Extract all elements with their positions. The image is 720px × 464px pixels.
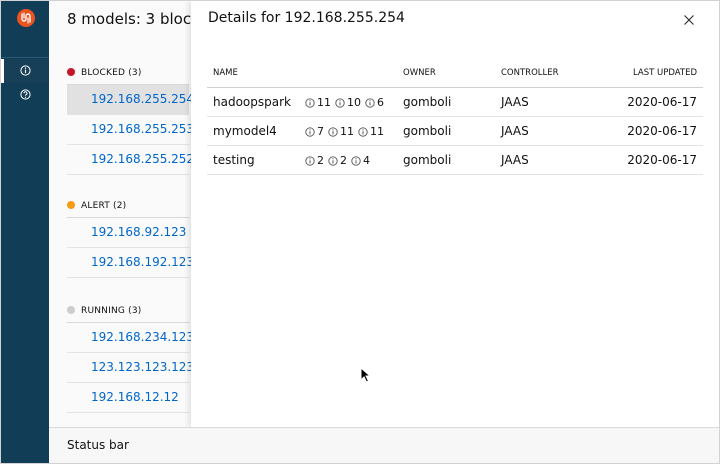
table-row[interactable]: hadoopspark 11 10 6 gomboli JAAS 2020-06-1… (207, 87, 703, 117)
status-counts: 11 10 6 (305, 87, 403, 117)
close-button[interactable] (681, 12, 697, 28)
help-icon (20, 89, 31, 100)
info-icon (305, 98, 315, 108)
group-header: BLOCKED (3) (67, 62, 189, 85)
group-alert: ALERT (2) 192.168.92.123 192.168.192.123 (67, 195, 194, 278)
status-count: 11 (305, 96, 331, 109)
last-updated-cell: 2020-06-17 (601, 145, 703, 175)
table-row[interactable]: mymodel4 7 11 11 gomboli JAAS 2020-06-17 (207, 116, 703, 146)
model-name-link[interactable]: hadoopspark (207, 87, 305, 117)
model-name-link[interactable]: mymodel4 (207, 116, 305, 146)
info-icon (335, 98, 345, 108)
status-counts: 7 11 11 (305, 116, 403, 146)
last-updated-cell: 2020-06-17 (601, 116, 703, 146)
info-icon (365, 98, 375, 108)
controller-cell: JAAS (501, 116, 601, 146)
col-owner[interactable]: OWNER (403, 58, 501, 88)
model-name-link[interactable]: testing (207, 145, 305, 175)
group-header: RUNNING (3) (67, 300, 189, 323)
group-label: BLOCKED (3) (81, 68, 142, 78)
status-count: 10 (335, 96, 361, 109)
controller-cell: JAAS (501, 87, 601, 117)
col-name[interactable]: NAME (207, 58, 305, 88)
owner-cell: gomboli (403, 87, 501, 117)
status-count: 4 (351, 154, 370, 167)
running-status-dot-icon (67, 306, 75, 314)
status-count: 2 (305, 154, 324, 167)
group-blocked: BLOCKED (3) 192.168.255.254 192.168.255.… (67, 62, 194, 175)
nav-item-info[interactable] (1, 59, 49, 83)
info-icon (351, 156, 361, 166)
info-icon (358, 127, 368, 137)
model-row[interactable]: 123.123.123.123 (67, 353, 194, 383)
group-running: RUNNING (3) 192.168.234.123 123.123.123.… (67, 300, 194, 413)
status-bar-text: Status bar (67, 438, 129, 452)
group-label: RUNNING (3) (81, 306, 142, 316)
mouse-cursor-icon (360, 367, 372, 383)
status-count: 7 (305, 125, 324, 138)
model-row-selected[interactable]: 192.168.255.254 (67, 85, 194, 115)
info-icon (328, 156, 338, 166)
controller-cell: JAAS (501, 145, 601, 175)
owner-cell: gomboli (403, 116, 501, 146)
model-row[interactable]: 192.168.12.12 (67, 383, 189, 413)
status-bar: Status bar (49, 427, 719, 463)
sidebar-divider (1, 57, 49, 58)
blocked-status-dot-icon (67, 68, 75, 76)
status-count: 2 (328, 154, 347, 167)
status-count: 11 (328, 125, 354, 138)
details-title: Details for 192.168.255.254 (208, 10, 405, 26)
juju-logo-icon[interactable] (17, 9, 35, 27)
model-row[interactable]: 192.168.234.123 (67, 323, 194, 353)
status-count: 6 (365, 96, 384, 109)
owner-cell: gomboli (403, 145, 501, 175)
info-icon (328, 127, 338, 137)
app-window: 8 models: 3 blocked BLOCKED (3) 192.168.… (0, 0, 720, 464)
col-counts (305, 58, 403, 88)
group-header: ALERT (2) (67, 195, 189, 218)
model-row[interactable]: 192.168.192.123 (67, 248, 194, 278)
group-label: ALERT (2) (81, 201, 127, 211)
model-row[interactable]: 192.168.92.123 (67, 218, 189, 248)
table-row[interactable]: testing 224 gomboli JAAS 2020-06-17 (207, 145, 703, 175)
sidebar (1, 1, 49, 463)
model-row[interactable]: 192.168.255.252 (67, 145, 194, 175)
alert-status-dot-icon (67, 201, 75, 209)
table-header-row: NAME OWNER CONTROLLER LAST UPDATED (207, 58, 703, 88)
status-count: 11 (358, 125, 384, 138)
nav-item-help[interactable] (1, 83, 49, 107)
info-icon (305, 127, 315, 137)
col-last-updated[interactable]: LAST UPDATED (601, 58, 703, 88)
info-icon (20, 65, 31, 76)
model-row[interactable]: 192.168.255.253 (67, 115, 194, 145)
last-updated-cell: 2020-06-17 (601, 87, 703, 117)
close-icon (684, 15, 694, 25)
info-icon (305, 156, 315, 166)
col-controller[interactable]: CONTROLLER (501, 58, 601, 88)
status-counts: 224 (305, 145, 403, 175)
models-table: NAME OWNER CONTROLLER LAST UPDATED hadoo… (207, 58, 703, 175)
details-panel: Details for 192.168.255.254 NAME OWNER C… (191, 1, 719, 427)
